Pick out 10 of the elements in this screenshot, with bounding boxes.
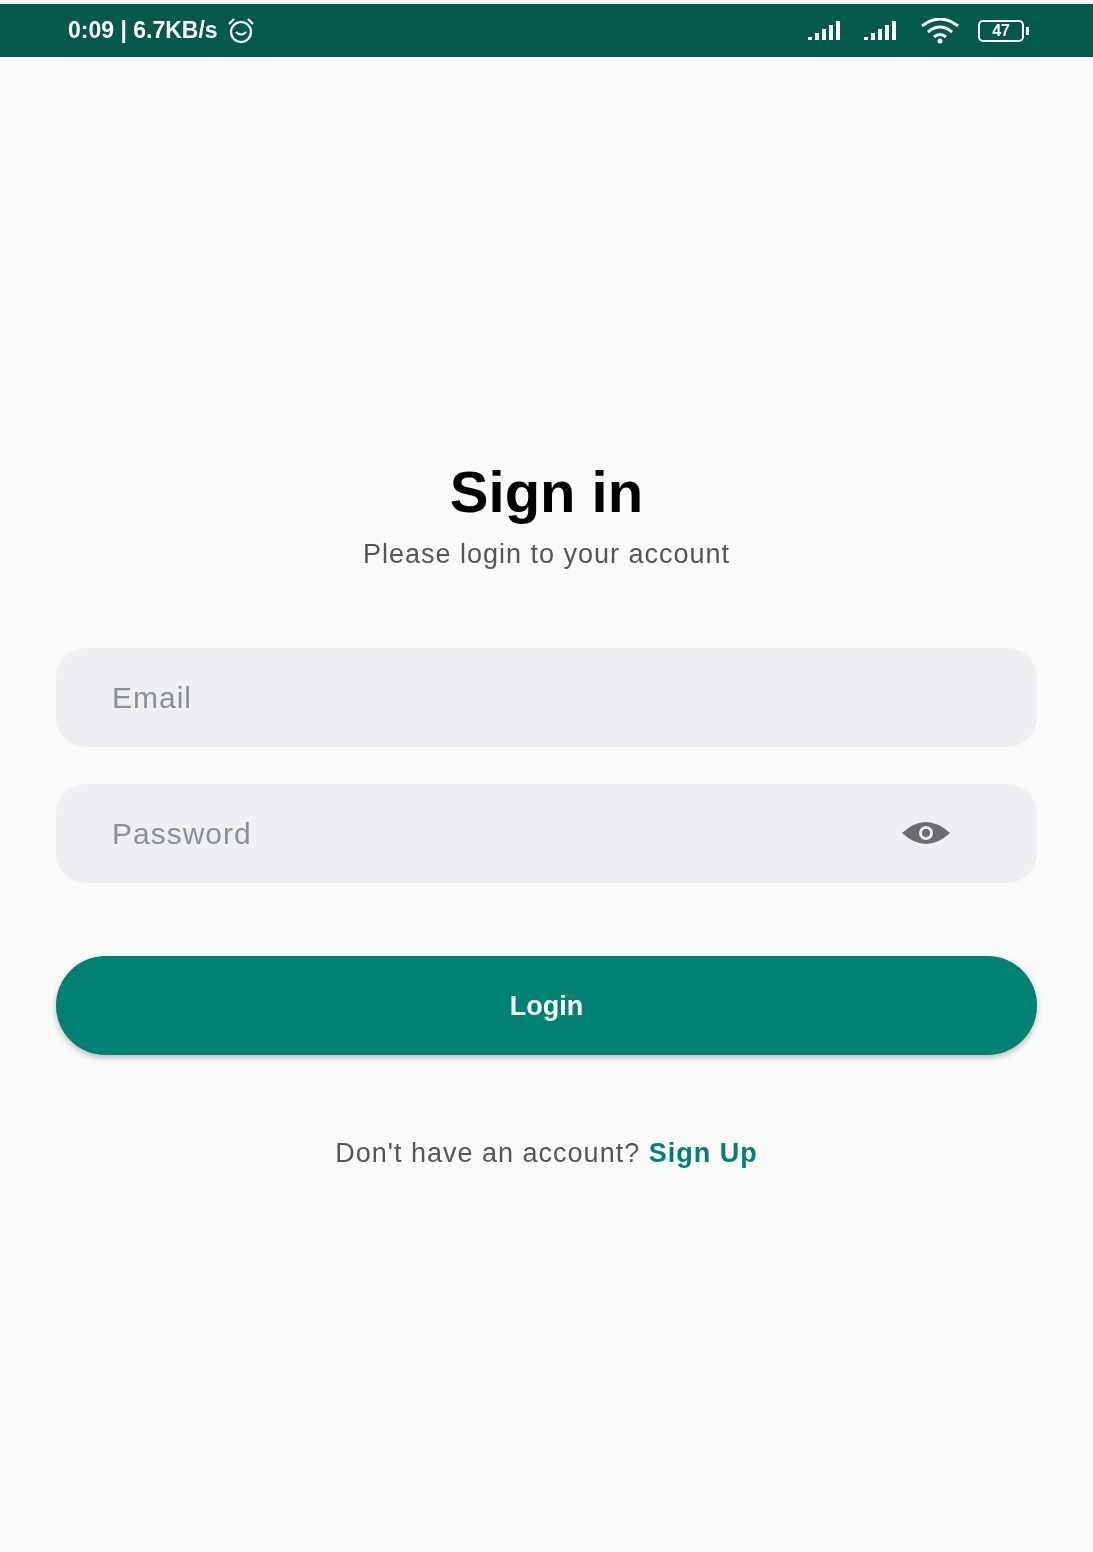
status-time: 0:09 | 6.7KB/s [68, 16, 218, 46]
login-button[interactable]: Login [56, 956, 1037, 1056]
page-title: Sign in [448, 460, 645, 524]
battery-level: 47 [978, 19, 1024, 42]
email-field[interactable]: Email [56, 648, 1037, 748]
eye-icon[interactable] [901, 821, 951, 846]
subtitle: Please login to your account [361, 537, 732, 571]
password-field[interactable]: Password [56, 784, 1037, 884]
signup-link[interactable]: Sign Up [648, 1138, 758, 1169]
signup-prompt: Don't have an account? Sign Up [334, 1137, 759, 1171]
